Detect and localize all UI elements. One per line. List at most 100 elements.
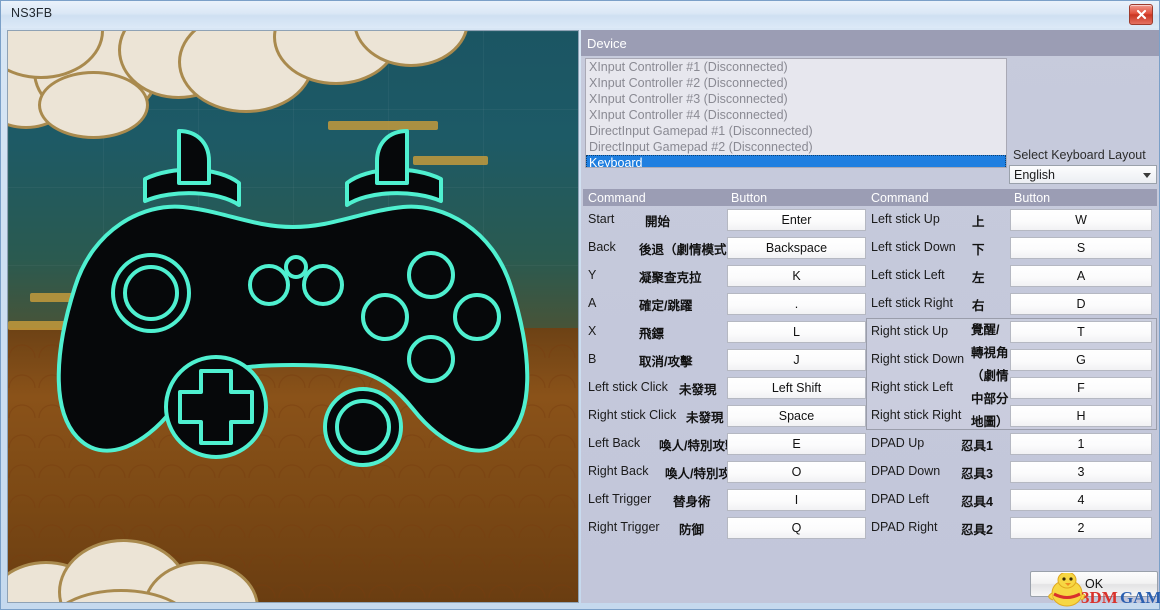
binding-field[interactable]: F: [1010, 377, 1152, 399]
binding-value: 4: [1078, 493, 1085, 507]
device-list-item[interactable]: XInput Controller #4 (Disconnected): [586, 107, 1006, 123]
close-button[interactable]: [1129, 4, 1153, 25]
table-row: Right Back 喚人/特別攻擊 O: [583, 458, 870, 486]
artwork-panel: [7, 30, 579, 603]
binding-field[interactable]: A: [1010, 265, 1152, 287]
binding-field[interactable]: Enter: [727, 209, 866, 231]
bindings-table-left: Command Button Start 開始 Enter Back 後退（劇情…: [583, 189, 870, 542]
binding-field[interactable]: 2: [1010, 517, 1152, 539]
command-label: Left stick Up: [871, 212, 940, 226]
device-list-item[interactable]: XInput Controller #3 (Disconnected): [586, 91, 1006, 107]
binding-value: O: [792, 465, 802, 479]
binding-value: K: [792, 269, 800, 283]
table-row: Left stick Left 左 A: [866, 262, 1157, 290]
table-row: Left Trigger 替身術 I: [583, 486, 870, 514]
command-label: Left Back: [588, 436, 640, 450]
title-bar: NS3FB: [1, 1, 1159, 28]
binding-field[interactable]: 1: [1010, 433, 1152, 455]
command-annotation: 取消/攻擊: [639, 351, 692, 370]
binding-field[interactable]: Space: [727, 405, 866, 427]
right-stick-annotation-line1: 覺醒/: [971, 323, 999, 338]
settings-panel: Device XInput Controller #1 (Disconnecte…: [581, 30, 1159, 603]
keyboard-layout-label: Select Keyboard Layout: [1013, 148, 1146, 162]
ok-button[interactable]: OK: [1030, 571, 1158, 597]
keyboard-layout-select[interactable]: English: [1009, 165, 1157, 184]
binding-field[interactable]: H: [1010, 405, 1152, 427]
binding-value: 1: [1078, 437, 1085, 451]
right-stick-annotation-line4: 中部分: [971, 392, 1009, 407]
binding-field[interactable]: T: [1010, 321, 1152, 343]
table-row: DPAD Down 忍具3 3: [866, 458, 1157, 486]
binding-value: 3: [1078, 465, 1085, 479]
command-annotation: 後退（劇情模式）: [639, 239, 739, 258]
binding-field[interactable]: .: [727, 293, 866, 315]
device-list-item[interactable]: XInput Controller #1 (Disconnected): [586, 59, 1006, 75]
binding-value: J: [793, 353, 799, 367]
table-row: X 飛鏢 L: [583, 318, 870, 346]
command-annotation: 忍具4: [961, 491, 993, 510]
table-row: B 取消/攻擊 J: [583, 346, 870, 374]
binding-value: T: [1077, 325, 1085, 339]
command-annotation: 凝聚查克拉: [639, 267, 702, 286]
binding-value: F: [1077, 381, 1085, 395]
table-row: Right Trigger 防御 Q: [583, 514, 870, 542]
binding-field[interactable]: 4: [1010, 489, 1152, 511]
device-list-item[interactable]: DirectInput Gamepad #1 (Disconnected): [586, 123, 1006, 139]
table-row: Right stick Down G: [866, 346, 1157, 374]
binding-field[interactable]: L: [727, 321, 866, 343]
binding-field[interactable]: K: [727, 265, 866, 287]
binding-field[interactable]: D: [1010, 293, 1152, 315]
command-annotation: 上: [972, 211, 985, 230]
table-row: A 確定/跳躍 .: [583, 290, 870, 318]
command-label: Right stick Down: [871, 352, 964, 366]
binding-value: L: [793, 325, 800, 339]
table-row: Left stick Right 右 D: [866, 290, 1157, 318]
command-label: Left stick Right: [871, 296, 953, 310]
command-label: DPAD Left: [871, 492, 929, 506]
bindings-table-right: Command Button Left stick Up 上 W Left st…: [866, 189, 1157, 542]
table-row: Left stick Down 下 S: [866, 234, 1157, 262]
binding-value: Backspace: [766, 241, 827, 255]
gamepad-illustration: [33, 117, 553, 517]
command-annotation: 替身術: [673, 491, 711, 510]
binding-value: 2: [1078, 521, 1085, 535]
binding-field[interactable]: W: [1010, 209, 1152, 231]
command-annotation: 下: [972, 239, 985, 258]
command-annotation: 未發現: [679, 379, 717, 398]
binding-field[interactable]: Q: [727, 517, 866, 539]
command-annotation: 喚人/特別攻擊: [659, 435, 737, 454]
binding-value: Enter: [782, 213, 812, 227]
command-label: X: [588, 324, 596, 338]
keyboard-layout-value: English: [1014, 168, 1055, 182]
command-label: DPAD Right: [871, 520, 937, 534]
binding-field[interactable]: 3: [1010, 461, 1152, 483]
binding-field[interactable]: O: [727, 461, 866, 483]
table-row: DPAD Up 忍具1 1: [866, 430, 1157, 458]
command-label: Right stick Click: [588, 408, 676, 422]
table-row: Back 後退（劇情模式） Backspace: [583, 234, 870, 262]
binding-value: Q: [792, 521, 802, 535]
command-annotation: 忍具3: [961, 463, 993, 482]
binding-field[interactable]: G: [1010, 349, 1152, 371]
right-stick-annotation-line3: （劇情: [971, 369, 1009, 384]
device-list-item-selected[interactable]: Keyboard: [586, 155, 1006, 168]
binding-field[interactable]: I: [727, 489, 866, 511]
table-row: DPAD Left 忍具4 4: [866, 486, 1157, 514]
binding-field[interactable]: S: [1010, 237, 1152, 259]
command-label: DPAD Down: [871, 464, 940, 478]
table-row: Start 開始 Enter: [583, 206, 870, 234]
command-label: Right stick Up: [871, 324, 948, 338]
command-annotation: 未發現: [686, 407, 724, 426]
table-row: Right stick Right H: [866, 402, 1157, 430]
binding-field[interactable]: J: [727, 349, 866, 371]
table-right-header-button: Button: [1014, 191, 1050, 205]
device-list[interactable]: XInput Controller #1 (Disconnected) XInp…: [585, 58, 1007, 168]
binding-value: A: [1077, 269, 1085, 283]
device-list-item[interactable]: XInput Controller #2 (Disconnected): [586, 75, 1006, 91]
binding-field[interactable]: Backspace: [727, 237, 866, 259]
binding-value: G: [1076, 353, 1086, 367]
binding-field[interactable]: Left Shift: [727, 377, 866, 399]
command-label: Left stick Down: [871, 240, 956, 254]
device-list-item[interactable]: DirectInput Gamepad #2 (Disconnected): [586, 139, 1006, 155]
binding-field[interactable]: E: [727, 433, 866, 455]
